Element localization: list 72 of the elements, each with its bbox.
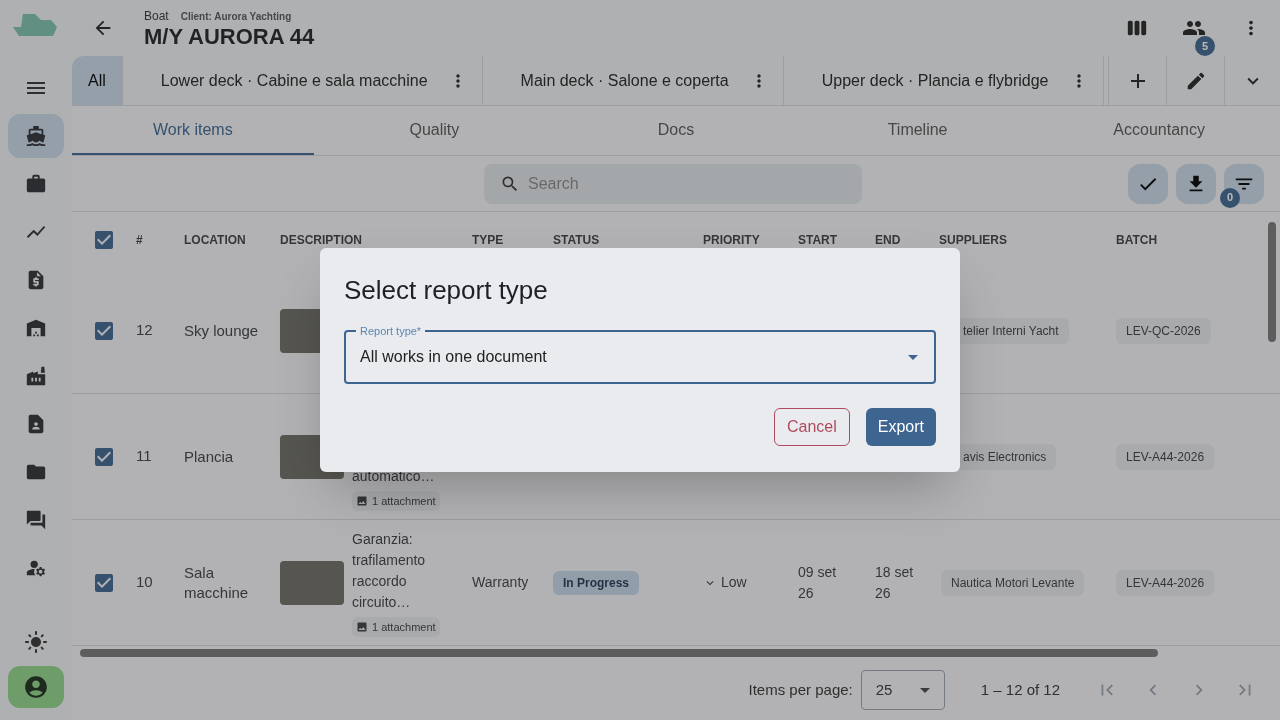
image-icon	[356, 494, 368, 507]
column-header: START	[798, 233, 838, 247]
location-text: Sala macchine	[184, 562, 250, 603]
page-range: 1 – 12 of 12	[980, 679, 1060, 700]
row-number: 11	[136, 447, 152, 465]
account-button[interactable]	[8, 666, 64, 708]
row-number: 12	[136, 321, 153, 339]
batch-chip: LEV-A44-2026	[1116, 444, 1215, 470]
yacht-logo-icon	[13, 12, 59, 38]
supplier-chip: Nautica Motori Levante	[941, 570, 1085, 596]
column-header: PRIORITY	[703, 233, 760, 247]
select-all-button[interactable]	[1128, 163, 1168, 204]
column-header: TYPE	[472, 233, 504, 247]
description-text: Garanzia: trafilamento raccordo circuito…	[352, 529, 427, 612]
attachment-chip[interactable]: 1 attachment	[352, 616, 440, 637]
deck-tab[interactable]: All	[72, 56, 122, 105]
column-header: END	[875, 233, 901, 247]
per-page-select[interactable]: 25	[860, 670, 945, 710]
checkbox[interactable]	[92, 228, 116, 252]
batch-chip: LEV-A44-2026	[1116, 570, 1215, 596]
batch-chip: LEV-QC-2026	[1116, 318, 1211, 344]
deck-tab[interactable]: Lower deck · Cabine e sala macchine	[160, 68, 428, 93]
tab[interactable]: Quality	[313, 106, 556, 155]
dialog-title: Select report type	[344, 274, 549, 307]
column-header: STATUS	[553, 233, 600, 247]
account-icon	[23, 674, 49, 700]
tab[interactable]: Work items	[72, 106, 314, 155]
location-text: Plancia	[184, 446, 235, 467]
filter-button[interactable]	[1224, 163, 1264, 204]
team-badge: 5	[1195, 36, 1215, 56]
dropdown-arrow-icon	[908, 354, 918, 360]
breadcrumb-text: Boat	[144, 8, 169, 25]
image-icon	[356, 620, 368, 633]
report-type-value: All works in one document	[360, 347, 547, 367]
export-button[interactable]: Export	[865, 408, 936, 446]
tab[interactable]: Timeline	[796, 106, 1039, 155]
items-per-page-label: Items per page:	[748, 679, 853, 700]
column-header: DESCRIPTION	[280, 233, 362, 247]
per-page-value: 25	[875, 679, 893, 700]
client-label: Client: Aurora Yachting	[180, 9, 292, 24]
boat-icon	[25, 125, 47, 147]
download-button[interactable]	[1176, 163, 1216, 204]
attachment-chip[interactable]: 1 attachment	[352, 490, 440, 511]
column-header: LOCATION	[184, 233, 246, 247]
column-header: SUPPLIERS	[939, 233, 1007, 247]
search-placeholder: Search	[528, 174, 579, 194]
start-date: 09 set 26	[798, 562, 838, 603]
sun-icon[interactable]	[24, 630, 48, 654]
column-header: #	[136, 233, 143, 247]
search-icon	[500, 174, 520, 194]
end-date: 18 set 26	[875, 562, 915, 603]
column-header: BATCH	[1116, 233, 1158, 247]
chat-icon	[25, 509, 47, 531]
warehouse-icon	[25, 317, 47, 339]
factory-icon	[25, 365, 47, 387]
description-text: automatico…	[352, 466, 436, 486]
deck-tab[interactable]: Main deck · Salone e coperta	[520, 68, 729, 93]
boat-title: M/Y AURORA 44	[144, 25, 315, 49]
horizontal-scrollbar[interactable]	[80, 649, 1158, 657]
status-chip: In Progress	[553, 571, 640, 595]
priority-text: Low	[703, 572, 798, 593]
location-text: Sky lounge	[184, 320, 260, 341]
sidebar-item[interactable]	[8, 114, 64, 158]
type-text: Warranty	[472, 574, 529, 590]
vertical-scrollbar[interactable]	[1268, 222, 1276, 342]
row-number: 10	[136, 573, 153, 591]
deck-tab[interactable]: Upper deck · Plancia e flybridge	[821, 68, 1049, 93]
tab[interactable]: Docs	[555, 106, 797, 155]
briefcase-icon	[25, 173, 47, 195]
tab[interactable]: Accountancy	[1038, 106, 1280, 155]
cancel-button[interactable]: Cancel	[773, 408, 850, 446]
dropdown-arrow-icon	[919, 687, 930, 693]
